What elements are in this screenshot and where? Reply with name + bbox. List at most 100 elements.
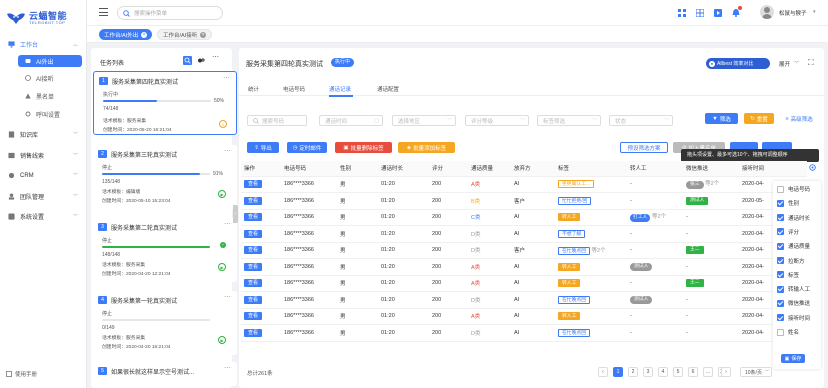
scheduled-email-button[interactable]: ◷ 定时邮件 <box>287 142 327 153</box>
nav-blacklist[interactable]: 黑名单 <box>18 90 82 102</box>
nav-call-settings[interactable]: 呼叫设置 <box>18 108 82 120</box>
column-settings-icon[interactable] <box>809 164 816 171</box>
view-button[interactable]: 查看 <box>244 229 262 238</box>
checkbox[interactable] <box>777 199 784 207</box>
play-icon[interactable]: ▶ <box>218 263 226 271</box>
column-option[interactable]: 转输人工 <box>777 284 810 294</box>
more-icon[interactable]: ⋯ <box>223 74 230 82</box>
nav-workbench[interactable]: 工作台 ︿ <box>0 38 86 51</box>
column-option[interactable]: 通话质量 <box>777 241 810 251</box>
nav-system[interactable]: 系统设置 ﹀ <box>0 210 86 223</box>
checkbox[interactable] <box>777 285 784 293</box>
search-icon[interactable] <box>183 56 192 65</box>
chevron-down-icon[interactable]: ▾ <box>813 9 816 15</box>
view-button[interactable]: 查看 <box>244 262 262 271</box>
nav-ai-outbound[interactable]: AI外出 <box>18 55 82 67</box>
avatar[interactable] <box>760 5 774 19</box>
column-option[interactable]: 性别 <box>777 198 799 208</box>
column-option[interactable]: 姓名 <box>777 327 799 337</box>
view-button[interactable]: 查看 <box>244 196 262 205</box>
pause-icon[interactable]: ‖ <box>219 120 227 128</box>
chevron-down-icon[interactable]: ﹀ <box>794 60 799 67</box>
advanced-filter-button[interactable]: ≡ 高级筛选 <box>779 113 819 124</box>
manual-link[interactable]: 使用手册 <box>6 370 37 378</box>
phone-search-input[interactable]: 搜索号码 <box>247 115 307 126</box>
page-size-select[interactable]: 10条/页 ﹀ <box>740 367 772 377</box>
checkbox[interactable] <box>777 328 784 336</box>
status-select[interactable]: 状态 ﹀ <box>609 115 673 126</box>
more-icon[interactable]: ⋯ <box>224 220 231 228</box>
page-number[interactable]: ... <box>703 367 713 377</box>
view-button[interactable]: 查看 <box>244 328 262 337</box>
more-icon[interactable]: ⋯ <box>224 147 231 155</box>
task-card[interactable]: 4 服务采集第一轮真实测试 ⋯ 停止 0/149 话术模板：服务采集 创建时间：… <box>93 291 237 355</box>
menu-toggle-icon[interactable] <box>99 8 108 16</box>
checkbox[interactable] <box>777 228 784 236</box>
checkbox[interactable] <box>777 257 784 264</box>
view-button[interactable]: 查看 <box>244 295 262 304</box>
tab-ai-answer[interactable]: 工作台/AI接听 × <box>157 29 213 40</box>
nav-team[interactable]: 团队管理 ﹀ <box>0 190 86 203</box>
column-option[interactable]: 电话号码 <box>777 184 810 194</box>
task-card[interactable]: 2 服务采集第三轮真实测试 ⋯ 停止 91% 135/148 话术模板：编辑版 … <box>93 145 237 209</box>
column-option[interactable]: 评分 <box>777 227 799 237</box>
page-number[interactable]: 3 <box>643 367 653 377</box>
tag-select[interactable]: 标签筛选 ﹀ <box>537 115 601 126</box>
column-option[interactable]: 标签 <box>777 270 799 280</box>
batch-add-tags-button[interactable]: ◈ 批量添加标签 <box>398 142 455 153</box>
grid-icon[interactable] <box>696 9 704 17</box>
view-button[interactable]: 查看 <box>244 213 262 222</box>
page-number[interactable]: 6 <box>688 367 698 377</box>
column-option[interactable]: 通话时长 <box>777 213 810 223</box>
column-option[interactable]: 微信推送 <box>777 298 810 308</box>
column-option[interactable]: 拉断方 <box>777 256 805 266</box>
tab-ai-outbound[interactable]: 工作台/AI外出 × <box>99 29 153 40</box>
task-card[interactable]: 3 服务采集第二轮真实测试 ⋯ 停止 ✓ 148/148 话术模板：服务采集 创… <box>93 218 237 282</box>
view-button[interactable]: 查看 <box>244 312 262 321</box>
view-button[interactable]: 查看 <box>244 279 262 288</box>
filter-button[interactable]: ▼ 筛选 <box>705 113 738 124</box>
score-select[interactable]: 评分等级 ﹀ <box>465 115 529 126</box>
collapse-handle[interactable]: ‹ <box>233 205 238 223</box>
more-icon[interactable]: ⋯ <box>212 53 219 61</box>
view-button[interactable]: 查看 <box>244 246 262 255</box>
play-icon[interactable]: ▶ <box>218 190 226 198</box>
task-card[interactable]: 5 如果很长就这样显示空号测试... ⋯ <box>93 362 237 386</box>
page-number[interactable]: 4 <box>658 367 668 377</box>
checkbox[interactable] <box>777 185 784 193</box>
nav-knowledge[interactable]: 知识库 ﹀ <box>0 128 86 141</box>
tab-stats[interactable]: 统计 <box>248 85 259 93</box>
expand-toggle[interactable]: 展开 <box>779 60 790 68</box>
page-number[interactable]: 1 <box>613 367 623 377</box>
nav-crm[interactable]: CRM ﹀ <box>0 169 86 182</box>
checkbox[interactable] <box>777 242 784 250</box>
column-option[interactable]: 接听时间 <box>777 313 810 323</box>
region-select[interactable]: 选择地区 ﹀ <box>392 115 456 126</box>
next-page-icon[interactable]: › <box>721 367 731 377</box>
preset-filters-button[interactable]: 预设筛选方案 <box>620 142 668 153</box>
more-icon[interactable]: ⋯ <box>224 364 231 372</box>
checkbox[interactable] <box>777 214 784 222</box>
call-time-select[interactable]: 通话时间 ▢ <box>319 115 383 126</box>
nav-ai-answer[interactable]: AI接听 <box>18 72 82 84</box>
checkbox[interactable] <box>777 299 784 307</box>
close-icon[interactable]: × <box>200 31 207 38</box>
reset-button[interactable]: ↻ 重置 <box>744 113 774 124</box>
export-button[interactable]: ⇪ 导出 <box>247 142 279 153</box>
apps-icon[interactable] <box>678 9 686 17</box>
page-number[interactable]: 2 <box>628 367 638 377</box>
promo-badge[interactable]: ● Allbest 效率对比 <box>706 58 770 69</box>
save-columns-button[interactable]: ▣ 保存 <box>781 354 805 363</box>
add-task-icon[interactable] <box>197 57 205 64</box>
checkbox[interactable] <box>777 271 784 279</box>
tab-phones[interactable]: 电话号码 <box>283 85 305 93</box>
fullscreen-icon[interactable]: ⛶ <box>808 58 814 68</box>
play-icon[interactable]: ▶ <box>218 336 226 344</box>
batch-remove-tags-button[interactable]: ▣ 批量删除标签 <box>335 142 392 153</box>
search-box[interactable]: 搜索操作菜单 <box>117 6 223 20</box>
tab-call-records[interactable]: 通话记录 <box>329 85 351 93</box>
view-button[interactable]: 查看 <box>244 180 262 189</box>
task-card[interactable]: 1 服务采集第四轮真实测试 ⋯ 执行中 50% 74/148 话术模板：服务采集… <box>93 71 237 135</box>
close-icon[interactable]: × <box>141 31 148 38</box>
video-icon[interactable] <box>714 9 722 17</box>
